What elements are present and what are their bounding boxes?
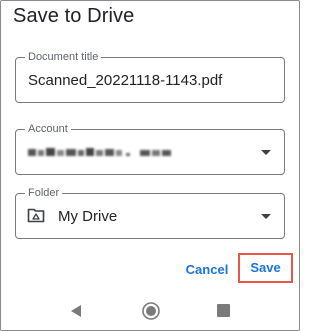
home-icon[interactable]: [142, 302, 160, 320]
save-to-drive-dialog: Save to Drive Document title Scanned_202…: [0, 0, 300, 331]
cancel-button[interactable]: Cancel: [184, 255, 230, 285]
document-title-label: Document title: [25, 50, 102, 64]
chevron-down-icon[interactable]: [261, 150, 271, 155]
folder-label: Folder: [25, 186, 63, 200]
document-title-field[interactable]: Document title Scanned_20221118-1143.pdf: [15, 50, 285, 103]
back-icon[interactable]: [71, 305, 81, 317]
chevron-down-icon[interactable]: [261, 214, 271, 219]
save-button[interactable]: Save: [238, 253, 293, 283]
recents-icon[interactable]: [217, 304, 230, 317]
account-label: Account: [25, 122, 71, 136]
drive-folder-icon: [27, 208, 45, 223]
document-title-value[interactable]: Scanned_20221118-1143.pdf: [28, 72, 222, 89]
account-select[interactable]: Account: [15, 122, 285, 175]
dialog-title: Save to Drive: [13, 5, 135, 27]
folder-select[interactable]: Folder My Drive: [15, 186, 285, 239]
navigation-bar: [1, 295, 299, 330]
dialog-actions: Cancel Save: [1, 253, 299, 285]
account-value-blurred: [28, 148, 171, 156]
folder-value: My Drive: [58, 208, 118, 225]
